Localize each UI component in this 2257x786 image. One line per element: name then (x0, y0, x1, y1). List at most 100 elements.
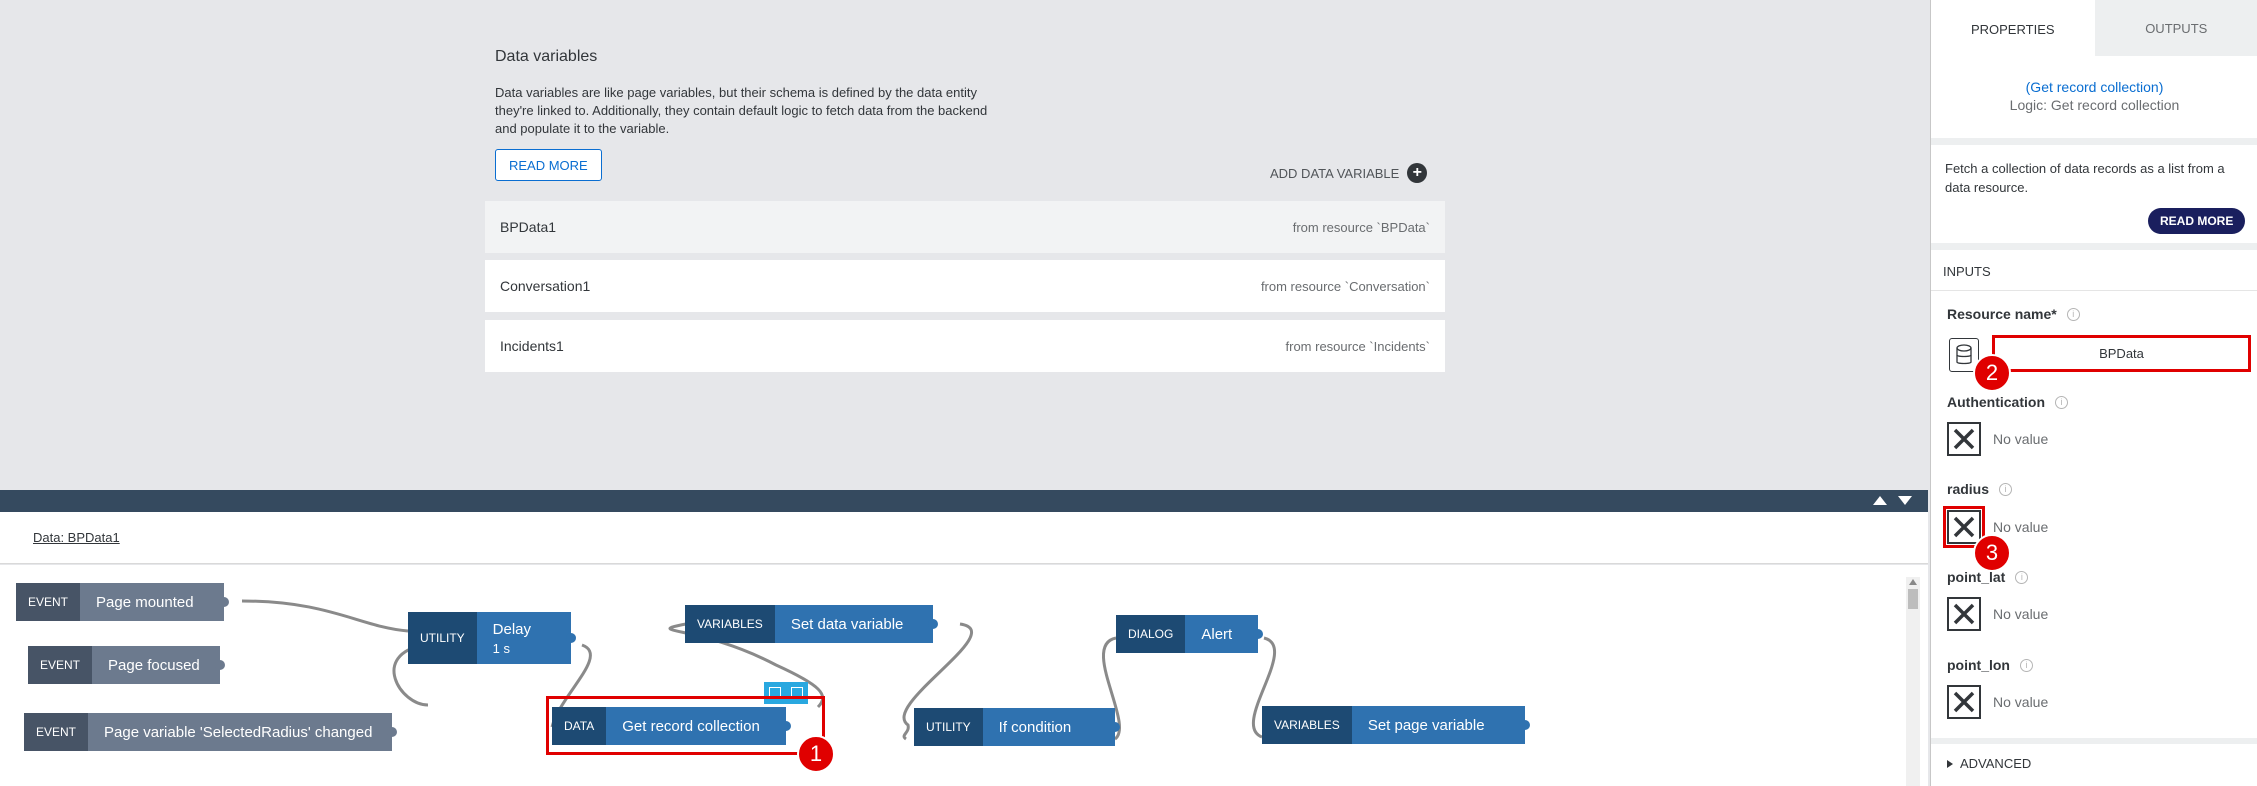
node-label-text: Page focused (108, 656, 200, 674)
authentication-binding-button[interactable] (1947, 422, 1981, 456)
data-variable-name: BPData1 (500, 219, 557, 235)
node-sub-label: 1 s (492, 640, 511, 656)
node-output-port[interactable] (214, 660, 225, 670)
point-lon-label-text: point_lon (1947, 657, 2010, 673)
point-lat-binding-button[interactable] (1947, 597, 1981, 631)
radius-label-text: radius (1947, 481, 1990, 497)
close-icon (1953, 428, 1975, 450)
node-output-port[interactable] (218, 597, 229, 607)
info-icon[interactable]: i (1999, 482, 2013, 496)
logic-title-link[interactable]: Data: BPData1 (33, 530, 120, 545)
info-icon[interactable]: i (2015, 570, 2029, 584)
node-label-text: Set page variable (1367, 716, 1485, 734)
variables-node-set-data-variable[interactable]: VARIABLES Set data variable (685, 605, 939, 643)
node-label: Page mounted (80, 583, 224, 621)
connection-wires (241, 599, 1277, 741)
advanced-label: ADVANCED (1960, 756, 2032, 771)
node-label-text: Delay (492, 620, 532, 638)
node-label: If condition (982, 708, 1116, 746)
close-icon (1953, 691, 1975, 713)
annotation-badge-3: 3 (1973, 534, 2011, 572)
node-label: Page focused (92, 646, 220, 684)
data-variable-row[interactable]: BPData1 from resource `BPData` (485, 201, 1445, 253)
node-label: Page variable 'SelectedRadius' changed (88, 713, 393, 751)
point-lat-label-text: point_lat (1947, 569, 2006, 585)
read-more-button[interactable]: READ MORE (495, 149, 602, 181)
point-lat-label: point_lat i (1947, 569, 2029, 585)
info-icon[interactable]: i (2055, 395, 2068, 409)
plus-icon: + (1407, 163, 1428, 183)
node-label: Set data variable (774, 605, 934, 643)
node-output-port[interactable] (566, 633, 577, 643)
function-description: Fetch a collection of data records as a … (1945, 161, 2225, 195)
node-label-text: Set data variable (790, 615, 904, 633)
function-link[interactable]: (Get record collection) (1931, 79, 2257, 95)
node-category: EVENT (24, 713, 89, 751)
annotation-badge-1: 1 (797, 735, 835, 773)
node-label-text: Alert (1201, 625, 1233, 643)
node-label-text: Page variable 'SelectedRadius' changed (104, 723, 373, 741)
data-variable-source: from resource `Conversation` (1260, 278, 1430, 294)
data-variables-title: Data variables (495, 48, 598, 65)
logic-panel-divider[interactable] (0, 490, 1928, 512)
tab-outputs[interactable]: OUTPUTS (2095, 0, 2257, 56)
data-variables-description: Data variables are like page variables, … (495, 85, 988, 136)
inputs-heading: INPUTS (1943, 264, 1991, 279)
dialog-node-alert[interactable]: DIALOG Alert (1116, 615, 1264, 653)
logic-canvas[interactable]: EVENT Page mounted EVENT Page focused EV… (0, 565, 1928, 786)
function-description-card: Fetch a collection of data records as a … (1931, 145, 2257, 243)
scroll-up-icon[interactable] (1909, 579, 1917, 585)
variables-node-set-page-variable[interactable]: VARIABLES Set page variable (1262, 706, 1530, 744)
advanced-section[interactable]: ADVANCED (1931, 744, 2257, 786)
authentication-label: Authentication i (1947, 394, 2068, 410)
node-category: UTILITY (914, 708, 983, 746)
add-data-variable-button[interactable]: ADD DATA VARIABLE + (1270, 163, 1428, 183)
utility-node-delay[interactable]: UTILITY Delay 1 s (408, 612, 577, 664)
data-variable-source: from resource `BPData` (1292, 219, 1430, 235)
point-lon-value: No value (1993, 694, 2049, 710)
radius-label: radius i (1947, 481, 2013, 497)
logic-header: Data: BPData1 (0, 512, 1928, 564)
data-variable-row[interactable]: Incidents1 from resource `Incidents` (485, 320, 1445, 372)
collapse-down-icon[interactable] (1898, 496, 1912, 505)
node-label: Delay 1 s (476, 612, 572, 664)
point-lat-value: No value (1993, 606, 2049, 622)
advanced-toggle[interactable]: ADVANCED (1947, 756, 2031, 771)
node-label: Set page variable (1351, 706, 1525, 744)
radius-value: No value (1993, 519, 2049, 535)
data-variables-area: Data variables Data variables are like p… (0, 0, 1928, 490)
point-lon-label: point_lon i (1947, 657, 2033, 673)
authentication-label-text: Authentication (1947, 394, 2045, 410)
node-category: UTILITY (408, 612, 477, 664)
info-icon[interactable]: i (2066, 307, 2080, 321)
data-variable-row[interactable]: Conversation1 from resource `Conversatio… (485, 260, 1445, 312)
properties-panel: PROPERTIES OUTPUTS (Get record collectio… (1930, 0, 2257, 786)
annotation-badge-2: 2 (1973, 354, 2011, 392)
highlight-box-get-record (546, 696, 825, 755)
event-node-page-mounted[interactable]: EVENT Page mounted (16, 583, 229, 621)
info-icon[interactable]: i (2020, 658, 2033, 672)
utility-node-if-condition[interactable]: UTILITY If condition (914, 708, 1121, 746)
tab-properties[interactable]: PROPERTIES (1931, 0, 2095, 56)
scrollbar-thumb[interactable] (1908, 589, 1918, 609)
caret-right-icon (1947, 759, 1953, 768)
node-category: EVENT (16, 583, 81, 621)
function-logic-label: Logic: Get record collection (2009, 97, 2180, 113)
event-node-page-focused[interactable]: EVENT Page focused (28, 646, 225, 684)
event-node-page-variable-changed[interactable]: EVENT Page variable 'SelectedRadius' cha… (24, 713, 398, 751)
node-output-port[interactable] (1519, 720, 1530, 730)
resource-name-label-text: Resource name* (1947, 306, 2057, 322)
data-variable-source: from resource `Incidents` (1285, 338, 1431, 354)
point-lon-binding-button[interactable] (1947, 685, 1981, 719)
read-more-button[interactable]: READ MORE (2148, 208, 2246, 234)
resource-name-field[interactable]: BPData (1992, 335, 2251, 372)
function-card: (Get record collection) Logic: Get recor… (1931, 56, 2257, 138)
node-label: Alert (1185, 615, 1259, 653)
node-category: EVENT (28, 646, 93, 684)
resource-name-label: Resource name* i (1947, 306, 2080, 322)
expand-up-icon[interactable] (1873, 496, 1887, 505)
panel-tabs: PROPERTIES OUTPUTS (1931, 0, 2257, 56)
close-icon (1953, 603, 1975, 625)
node-label-text: If condition (998, 718, 1072, 736)
node-label-text: Page mounted (96, 593, 194, 611)
